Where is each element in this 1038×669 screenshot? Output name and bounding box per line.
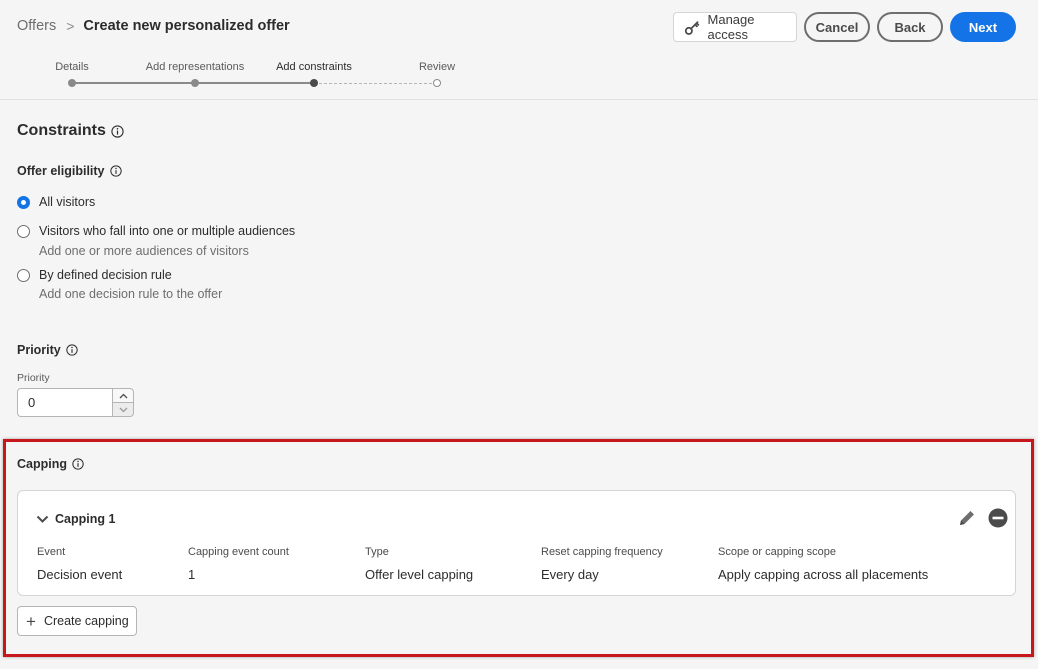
priority-section-label: Priority [17, 343, 61, 357]
page-title: Create new personalized offer [83, 18, 290, 34]
pencil-icon [960, 511, 974, 525]
radio-label: By defined decision rule [39, 268, 172, 282]
step-add-constraints-dot [310, 79, 318, 87]
capping-card: Capping 1 Event Decision event Capping e… [17, 490, 1016, 596]
capping-heading: Capping [17, 457, 84, 471]
column-value: Decision event [37, 567, 123, 582]
radio-audiences[interactable]: Visitors who fall into one or multiple a… [17, 224, 295, 238]
next-button[interactable]: Next [950, 12, 1016, 42]
step-add-representations-dot [191, 79, 199, 87]
remove-icon [988, 508, 1008, 528]
radio-label: Visitors who fall into one or multiple a… [39, 224, 296, 238]
radio-description: Add one decision rule to the offer [39, 287, 223, 301]
radio-button[interactable] [17, 269, 30, 282]
decrement-button[interactable] [112, 403, 134, 417]
remove-capping-button[interactable] [988, 508, 1008, 533]
capping-column-event: Event Decision event [37, 546, 122, 582]
constraints-title: Constraints [17, 122, 106, 139]
column-value: Offer level capping [365, 567, 474, 582]
step-details-label: Details [55, 61, 89, 73]
column-header: Type [365, 546, 389, 558]
info-icon[interactable] [72, 458, 84, 470]
radio-label: All visitors [39, 195, 96, 209]
radio-decision-rule[interactable]: By defined decision rule [17, 268, 172, 282]
capping-card-title: Capping 1 [55, 512, 116, 526]
constraints-heading: Constraints [17, 122, 124, 140]
breadcrumb: Offers > Create new personalized offer [17, 18, 290, 34]
offer-eligibility-heading: Offer eligibility [17, 164, 122, 178]
radio-description: Add one or more audiences of visitors [39, 244, 249, 258]
column-value: 1 [188, 567, 196, 582]
info-icon[interactable] [111, 124, 124, 138]
step-remaining-line [314, 83, 437, 84]
priority-stepper: 0 [17, 388, 134, 417]
chevron-down-icon[interactable] [36, 515, 49, 524]
progress-stepper: Details Add representations Add constrai… [0, 58, 1038, 94]
chevron-up-icon [119, 393, 127, 398]
cancel-button[interactable]: Cancel [804, 12, 870, 42]
step-details-dot [68, 79, 76, 87]
radio-all-visitors[interactable]: All visitors [17, 195, 95, 209]
back-button[interactable]: Back [877, 12, 943, 42]
column-header: Scope or capping scope [718, 546, 837, 558]
radio-button[interactable] [17, 196, 30, 209]
priority-heading: Priority [17, 343, 78, 357]
stepper-buttons [112, 388, 134, 417]
manage-access-label: Manage access [707, 12, 755, 42]
priority-field-label: Priority [17, 372, 50, 384]
create-capping-label: Create capping [43, 614, 129, 628]
step-add-representations-label: Add representations [145, 61, 245, 73]
step-review-label: Review [418, 61, 456, 73]
increment-button[interactable] [112, 388, 134, 403]
key-icon [684, 20, 700, 35]
info-icon[interactable] [66, 344, 78, 356]
info-icon[interactable] [109, 165, 122, 177]
capping-column-type: Type Offer level capping [365, 546, 473, 582]
top-bar: Offers > Create new personalized offer M… [0, 0, 1038, 100]
column-header: Capping event count [188, 546, 289, 558]
column-value: Every day [541, 567, 599, 582]
priority-input[interactable]: 0 [17, 388, 112, 417]
capping-column-scope: Scope or capping scope Apply capping acr… [718, 546, 928, 582]
capping-column-count: Capping event count 1 [188, 546, 289, 582]
radio-button[interactable] [17, 225, 30, 238]
create-capping-button[interactable]: + Create capping [17, 606, 137, 636]
column-header: Reset capping frequency [541, 546, 663, 558]
offer-eligibility-label: Offer eligibility [17, 164, 105, 178]
capping-column-reset-frequency: Reset capping frequency Every day [541, 546, 663, 582]
chevron-down-icon [119, 407, 127, 412]
manage-access-button[interactable]: Manage access [673, 12, 797, 42]
breadcrumb-separator: > [66, 18, 75, 34]
plus-icon: + [26, 611, 36, 631]
step-review-dot [433, 79, 441, 87]
step-add-constraints-label: Add constraints [276, 61, 352, 73]
edit-capping-button[interactable] [957, 508, 977, 533]
capping-section-label: Capping [17, 457, 67, 471]
column-header: Event [37, 546, 66, 558]
column-value: Apply capping across all placements [718, 567, 929, 582]
breadcrumb-offers-link[interactable]: Offers [17, 18, 56, 34]
capping-card-header[interactable]: Capping 1 [36, 512, 115, 526]
